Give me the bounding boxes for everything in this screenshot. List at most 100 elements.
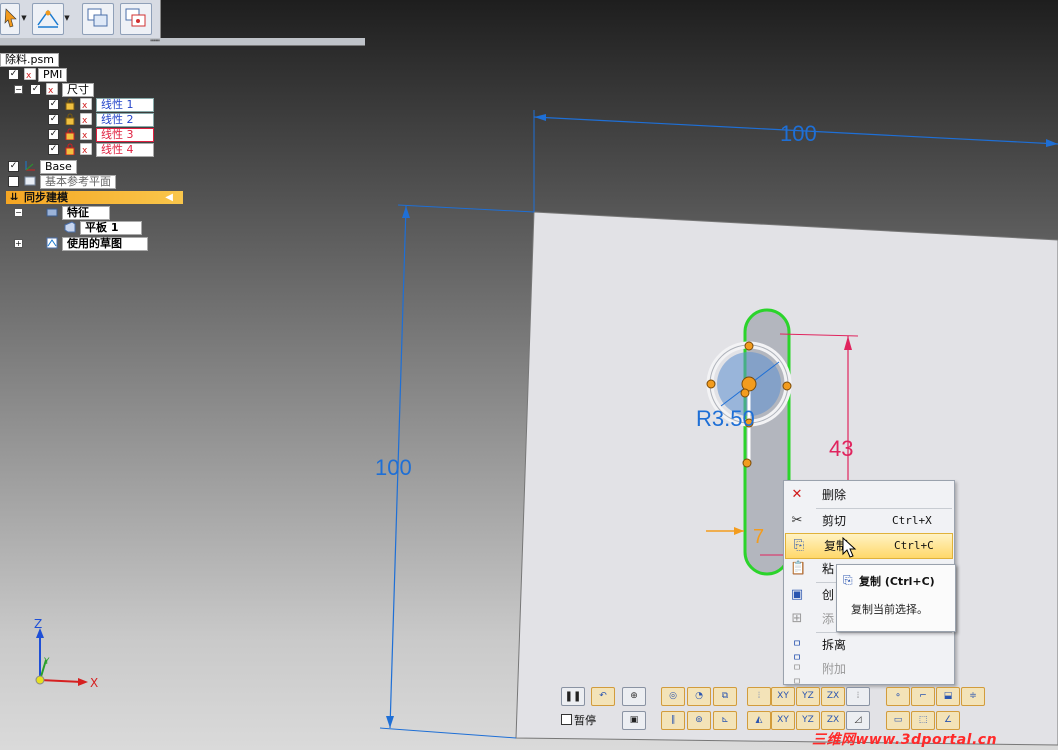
- symmetric-zx-button[interactable]: ZX: [821, 687, 845, 706]
- tangent-button[interactable]: ◔: [687, 687, 711, 706]
- rotate-icon: ↶: [599, 691, 607, 701]
- dim-width-text[interactable]: 100: [780, 121, 817, 146]
- symmetric-yz-button[interactable]: YZ: [796, 687, 820, 706]
- arrow-head-icon: [78, 678, 88, 686]
- parallel-button[interactable]: ∥: [661, 711, 685, 730]
- align-zx-label: ZX: [826, 715, 840, 725]
- face-icon: ▭: [893, 715, 903, 725]
- angle-icon: ∠: [943, 715, 953, 725]
- offset-icon: ⌐: [919, 691, 927, 701]
- wheel-handle[interactable]: [742, 458, 752, 468]
- menu-item-detach[interactable]: ㅁㅁ 拆离: [784, 633, 954, 664]
- dim-slot-length-text[interactable]: 43: [829, 436, 853, 461]
- perpendicular-button[interactable]: ⊾: [713, 711, 737, 730]
- tangent-icon: ◔: [695, 691, 703, 701]
- edit-face-icon: ⬚: [918, 715, 928, 725]
- menu-label: 附加: [822, 662, 847, 676]
- edit-face-button[interactable]: ⬚: [911, 711, 935, 730]
- menu-item-cut[interactable]: ✂ 剪切 Ctrl+X: [784, 509, 954, 533]
- tooltip-title: 复制 (Ctrl+C): [859, 575, 935, 588]
- ground-button[interactable]: ≑: [961, 687, 985, 706]
- ground-icon: ≑: [969, 691, 977, 701]
- align-plane-icon: ◿: [854, 715, 862, 725]
- coaxial-button[interactable]: ⊚: [687, 711, 711, 730]
- concentric-icon: ◎: [669, 691, 677, 701]
- symmetric-icon: ⦙: [757, 691, 761, 701]
- plus-icon: ⊕: [630, 691, 638, 701]
- align-plane-button[interactable]: ◿: [846, 711, 870, 730]
- face-button[interactable]: ▭: [886, 711, 910, 730]
- scissors-icon: ✂: [791, 513, 803, 528]
- align-icon: ◭: [755, 715, 763, 725]
- menu-label: 删除: [822, 488, 847, 502]
- menu-item-attach[interactable]: ㅁㅁ 附加: [784, 657, 954, 688]
- tooltip-description: 复制当前选择。: [851, 603, 928, 616]
- coplanar-icon: ⧉: [721, 691, 729, 701]
- menu-label: 粘: [822, 562, 835, 576]
- menu-shortcut: Ctrl+C: [894, 539, 934, 552]
- arrow-head-icon: [386, 716, 394, 728]
- symmetric-button[interactable]: ⦙: [747, 687, 771, 706]
- symmetric-xy-label: XY: [777, 691, 789, 701]
- coplanar-button[interactable]: ⧉: [713, 687, 737, 706]
- menu-item-delete[interactable]: ✕ 删除: [784, 483, 954, 507]
- offset-button[interactable]: ⌐: [911, 687, 935, 706]
- symmetric-plane-button[interactable]: ⦙: [846, 687, 870, 706]
- dim-slot-width-text[interactable]: 7: [753, 526, 764, 548]
- align-xy-label: XY: [777, 715, 789, 725]
- menu-label: 拆离: [822, 638, 847, 652]
- align-yz-label: YZ: [802, 715, 814, 725]
- mouse-cursor-icon: [842, 537, 857, 558]
- menu-shortcut: Ctrl+X: [892, 514, 932, 527]
- menu-label: 剪切: [822, 514, 847, 528]
- pause-label: 暂停: [574, 714, 596, 727]
- menu-label: 创: [822, 588, 835, 602]
- attach-icon: ㅁㅁ: [792, 663, 802, 688]
- y-axis-label: Y: [43, 657, 50, 667]
- add-button[interactable]: ⊕: [622, 687, 646, 706]
- wheel-handle[interactable]: [744, 341, 754, 351]
- lock-face-button[interactable]: ⬓: [936, 687, 960, 706]
- paste-icon: 📋: [790, 561, 807, 576]
- coaxial-icon: ⊚: [695, 715, 703, 725]
- symmetric-yz-label: YZ: [802, 691, 814, 701]
- arrow-head-icon: [402, 206, 410, 218]
- add-icon: ⊞: [791, 611, 803, 626]
- rotate-back-button[interactable]: ↶: [591, 687, 615, 706]
- save-icon: ▣: [629, 715, 639, 725]
- parallel-icon: ∥: [670, 715, 676, 725]
- arrow-head-icon: [1046, 139, 1058, 147]
- symmetric-plane-icon: ⦙: [856, 691, 860, 701]
- wheel-handle[interactable]: [740, 388, 750, 398]
- dim-extension-line: [379, 727, 517, 739]
- dim-height-text[interactable]: 100: [375, 455, 412, 480]
- pause-button[interactable]: ❚❚: [561, 687, 585, 706]
- tooltip: ⎘ 复制 (Ctrl+C) 复制当前选择。: [836, 564, 956, 632]
- dim-radius-text[interactable]: R3.50: [696, 406, 755, 431]
- symmetric-xy-button[interactable]: XY: [771, 687, 795, 706]
- concentric-button[interactable]: ◎: [661, 687, 685, 706]
- menu-item-copy[interactable]: ⎘ 复制 Ctrl+C: [785, 533, 953, 559]
- pause-icon: ❚❚: [564, 691, 582, 702]
- align-zx-button[interactable]: ZX: [821, 711, 845, 730]
- dim-extension-line: [397, 204, 535, 213]
- align-button[interactable]: ◭: [747, 711, 771, 730]
- wheel-handle[interactable]: [782, 381, 792, 391]
- align-xy-button[interactable]: XY: [771, 711, 795, 730]
- copy-icon: ⎘: [843, 573, 853, 587]
- symmetric-zx-label: ZX: [826, 691, 840, 701]
- equal-radius-button[interactable]: ⚬: [886, 687, 910, 706]
- x-axis: [39, 679, 83, 683]
- wheel-handle[interactable]: [706, 379, 716, 389]
- angle-button[interactable]: ∠: [936, 711, 960, 730]
- z-axis-label: Z: [34, 617, 42, 631]
- save-button[interactable]: ▣: [622, 711, 646, 730]
- pause-checkbox[interactable]: [561, 714, 572, 725]
- copy-icon: ⎘: [793, 538, 805, 553]
- align-yz-button[interactable]: YZ: [796, 711, 820, 730]
- watermark: 三维网www.3dportal.cn: [812, 732, 998, 748]
- x-axis-label: X: [90, 676, 98, 690]
- menu-label: 添: [822, 612, 835, 626]
- lock-face-icon: ⬓: [943, 691, 953, 701]
- equal-radius-icon: ⚬: [894, 691, 902, 701]
